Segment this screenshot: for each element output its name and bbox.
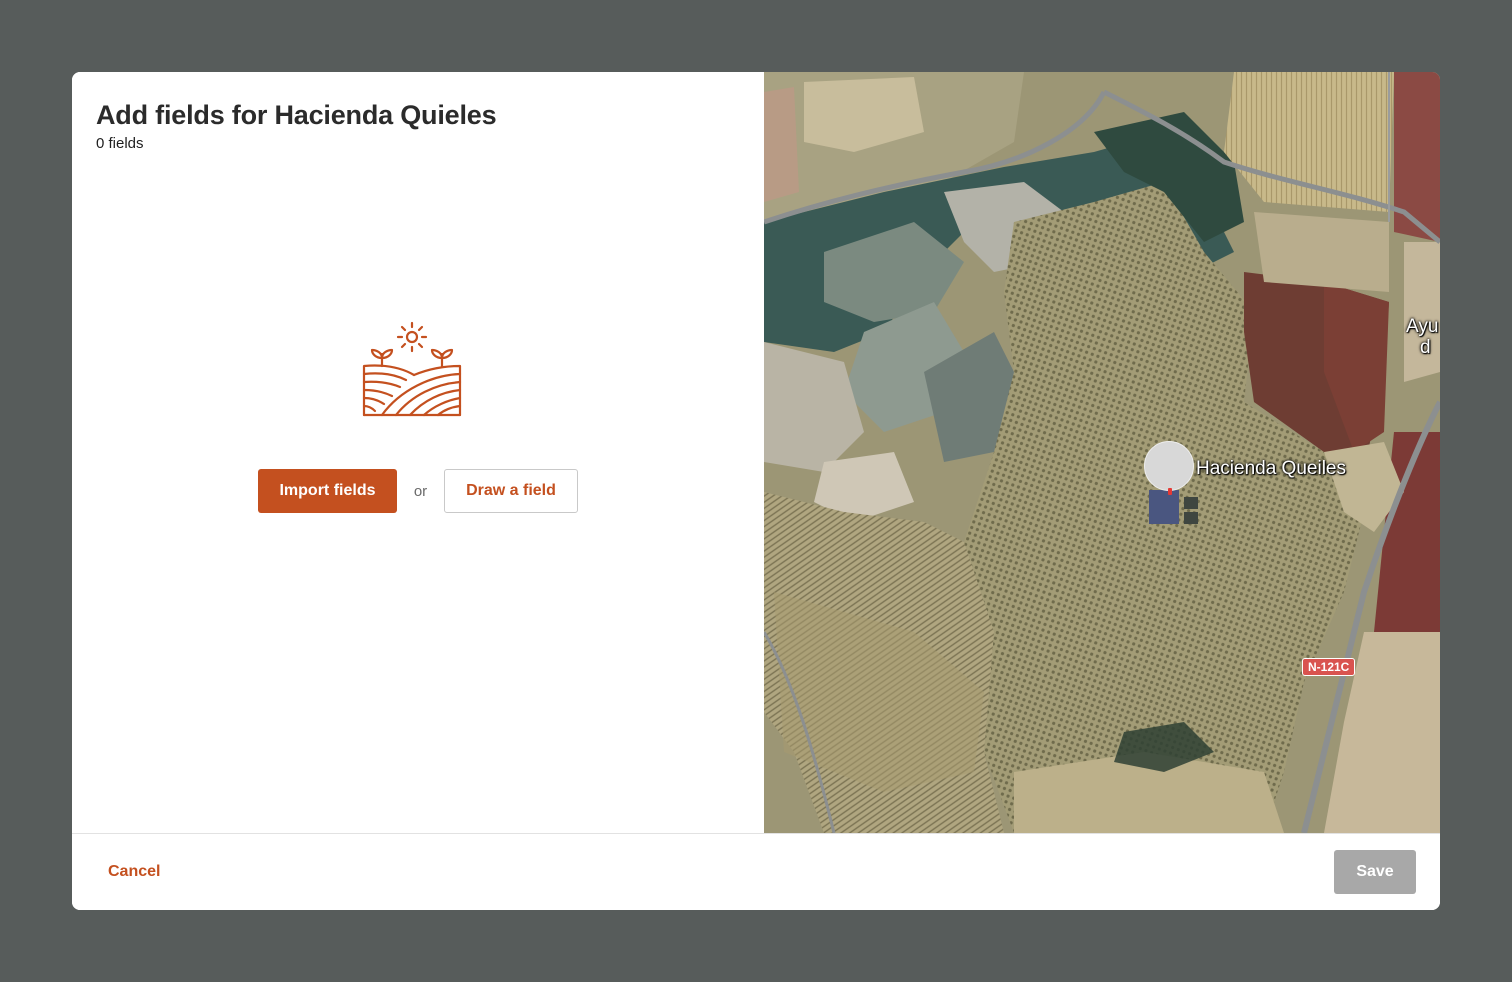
import-fields-button[interactable]: Import fields [258, 469, 397, 513]
draw-field-button[interactable]: Draw a field [444, 469, 578, 513]
place-label: Hacienda Queiles [1196, 458, 1346, 479]
edge-place-label-1: Ayu [1406, 316, 1439, 337]
road-number-badge: N-121C [1302, 658, 1356, 676]
map-pin-icon [1168, 488, 1172, 495]
location-marker[interactable] [1144, 441, 1194, 491]
save-button[interactable]: Save [1334, 850, 1416, 894]
empty-state-actions: Import fields or Draw a field [258, 469, 578, 513]
add-fields-modal: Add fields for Hacienda Quieles 0 fields [72, 72, 1440, 910]
field-sprout-sun-icon [362, 321, 462, 417]
field-count: 0 fields [96, 135, 144, 152]
satellite-map[interactable]: Hacienda Queiles Ayu d N-121C [764, 72, 1440, 833]
cancel-button[interactable]: Cancel [108, 863, 160, 881]
modal-title: Add fields for Hacienda Quieles [96, 100, 497, 130]
or-separator: or [413, 482, 428, 500]
modal-footer: Cancel Save [72, 833, 1440, 910]
add-fields-panel: Add fields for Hacienda Quieles 0 fields [72, 72, 764, 833]
satellite-imagery [764, 72, 1440, 833]
edge-place-label-2: d [1420, 337, 1431, 358]
